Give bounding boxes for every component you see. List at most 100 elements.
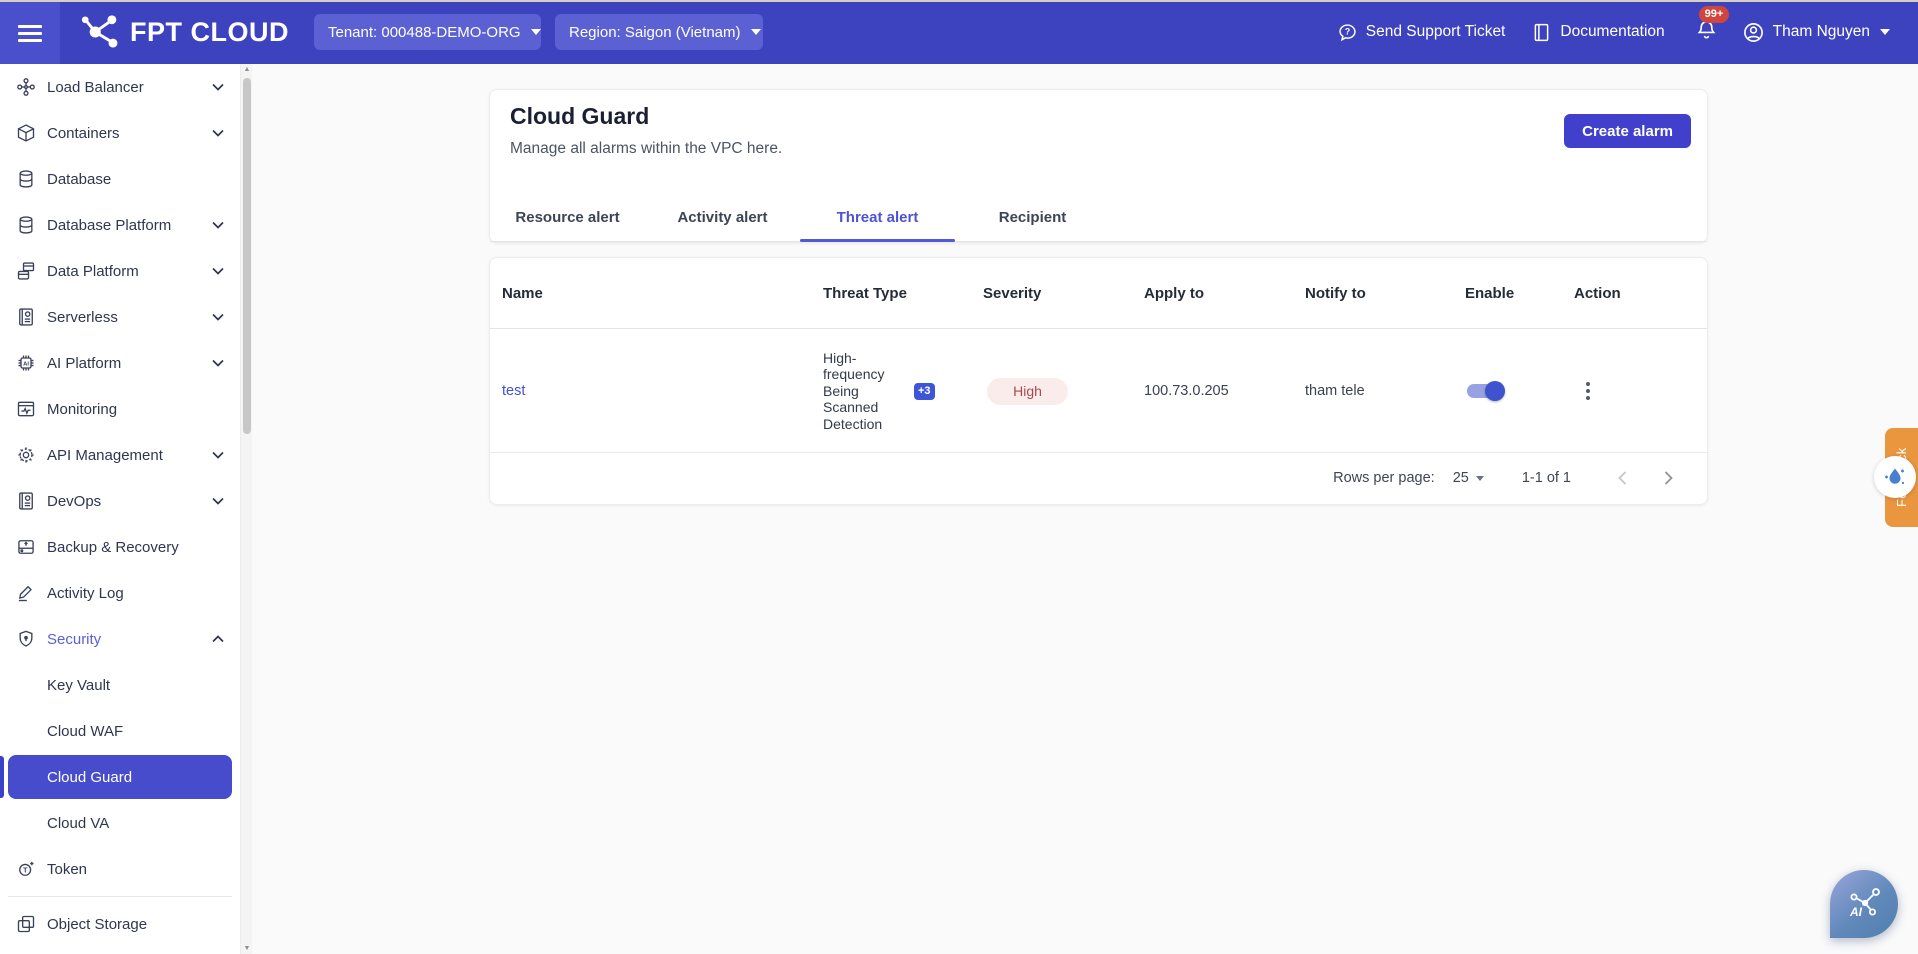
sidebar-item-label: Containers: [47, 125, 212, 142]
region-dropdown[interactable]: Region: Saigon (Vietnam): [555, 14, 763, 50]
chevron-down-icon: [212, 497, 224, 505]
sidebar-item-monitoring[interactable]: Monitoring: [0, 386, 240, 432]
sidebar-item-security[interactable]: Security: [0, 616, 240, 662]
sidebar-item-database-platform[interactable]: Database Platform: [0, 202, 240, 248]
user-menu[interactable]: Tham Nguyen: [1742, 21, 1890, 44]
tab-activity-alert[interactable]: Activity alert: [645, 194, 800, 241]
alarm-name-link[interactable]: test: [502, 383, 525, 399]
tab-threat-alert[interactable]: Threat alert: [800, 194, 955, 241]
region-label: Region: Saigon (Vietnam): [569, 24, 741, 41]
sidebar-item-devops[interactable]: DevOps: [0, 478, 240, 524]
chevron-down-icon: [531, 29, 541, 35]
threat-type-text: High-frequency Being Scanned Detection: [823, 350, 895, 433]
ai-platform-icon: AI: [16, 353, 36, 373]
scrollbar-thumb[interactable]: [243, 78, 251, 434]
ai-molecule-icon: AI: [1843, 883, 1885, 925]
page-title: Cloud Guard: [510, 103, 649, 130]
sidebar-item-label: Security: [47, 631, 212, 648]
database-icon: [16, 169, 36, 189]
scrollbar-up-arrow[interactable]: ▲: [241, 66, 253, 73]
sidebar-item-database[interactable]: Database: [0, 156, 240, 202]
api-management-icon: [16, 445, 36, 465]
ai-label: AI: [1849, 905, 1863, 919]
rows-per-page-label: Rows per page:: [1333, 470, 1435, 486]
molecule-logo-icon: [80, 12, 126, 52]
chevron-down-icon: [212, 221, 224, 229]
notify-to-cell: tham tele: [1305, 329, 1365, 453]
sidebar-item-label: Cloud WAF: [47, 723, 224, 740]
column-header-apply-to: Apply to: [1144, 258, 1204, 329]
sidebar-item-data-platform[interactable]: Data Platform: [0, 248, 240, 294]
row-actions-menu-button[interactable]: [1580, 376, 1596, 406]
hamburger-menu-button[interactable]: [0, 2, 60, 64]
documentation-button[interactable]: Documentation: [1531, 22, 1664, 43]
column-header-threat-type: Threat Type: [823, 258, 907, 329]
documentation-label: Documentation: [1560, 23, 1664, 41]
main-content: Cloud Guard Manage all alarms within the…: [253, 64, 1918, 954]
sidebar-item-ai-platform[interactable]: AI AI Platform: [0, 340, 240, 386]
water-drop-icon: [1882, 464, 1908, 490]
sidebar-item-api-management[interactable]: API Management: [0, 432, 240, 478]
notification-count-badge: 99+: [1699, 6, 1730, 23]
create-alarm-button[interactable]: Create alarm: [1564, 114, 1691, 148]
database-platform-icon: [16, 215, 36, 235]
next-page-button[interactable]: [1655, 465, 1681, 491]
tab-recipient[interactable]: Recipient: [955, 194, 1110, 241]
sidebar-item-cloud-guard[interactable]: Cloud Guard: [8, 755, 232, 799]
severity-badge: High: [987, 378, 1068, 405]
sidebar-item-activity-log[interactable]: Activity Log: [0, 570, 240, 616]
sidebar-item-load-balancer[interactable]: Load Balancer: [0, 64, 240, 110]
previous-page-button[interactable]: [1609, 465, 1635, 491]
tenant-dropdown[interactable]: Tenant: 000488-DEMO-ORG: [314, 14, 541, 50]
pagination-range: 1-1 of 1: [1522, 470, 1571, 486]
sidebar-item-containers[interactable]: Containers: [0, 110, 240, 156]
window-edge: [0, 0, 1918, 2]
column-header-enable: Enable: [1465, 258, 1514, 329]
threat-type-more-badge[interactable]: +3: [914, 383, 935, 400]
sidebar-item-label: Data Platform: [47, 263, 212, 280]
chevron-down-icon: [212, 451, 224, 459]
alert-tabs: Resource alert Activity alert Threat ale…: [490, 194, 1707, 242]
column-header-notify-to: Notify to: [1305, 258, 1366, 329]
sidebar-item-key-vault[interactable]: Key Vault: [0, 662, 240, 708]
sidebar-item-label: API Management: [47, 447, 212, 464]
action-cell: [1580, 329, 1596, 453]
apply-to-value: 100.73.0.205: [1144, 383, 1229, 399]
notifications-button[interactable]: 99+: [1695, 18, 1718, 46]
table-row: test High-frequency Being Scanned Detect…: [490, 329, 1707, 453]
activity-log-icon: [16, 583, 36, 603]
sidebar-item-serverless[interactable]: Serverless: [0, 294, 240, 340]
sidebar-item-label: Load Balancer: [47, 79, 212, 96]
table-pagination: Rows per page: 25 1-1 of 1: [490, 452, 1707, 504]
sidebar-item-label: Key Vault: [47, 677, 224, 694]
feedback-bubble[interactable]: [1874, 456, 1916, 498]
brand-logo[interactable]: FPT CLOUD: [80, 12, 289, 52]
rows-per-page-select[interactable]: 25: [1453, 470, 1484, 486]
security-shield-icon: [16, 629, 36, 649]
containers-icon: [16, 123, 36, 143]
ai-assistant-button[interactable]: AI: [1830, 870, 1898, 938]
monitoring-icon: [16, 399, 36, 419]
sidebar-item-label: Database: [47, 171, 224, 188]
scrollbar-down-arrow[interactable]: ▼: [241, 945, 253, 952]
chevron-down-icon: [212, 359, 224, 367]
sidebar-item-cloud-va[interactable]: Cloud VA: [0, 800, 240, 846]
sidebar-item-backup-recovery[interactable]: Backup & Recovery: [0, 524, 240, 570]
sidebar-item-label: Serverless: [47, 309, 212, 326]
sidebar-item-label: Token: [47, 861, 224, 878]
devops-icon: [16, 491, 36, 511]
sidebar-item-label: AI Platform: [47, 355, 212, 372]
enable-toggle[interactable]: [1467, 381, 1503, 401]
tab-resource-alert[interactable]: Resource alert: [490, 194, 645, 241]
chevron-right-icon: [1664, 471, 1673, 485]
send-support-ticket-button[interactable]: ? Send Support Ticket: [1337, 22, 1506, 43]
hamburger-icon: [18, 21, 42, 46]
chevron-up-icon: [212, 635, 224, 643]
sidebar-nav: Load Balancer Containers Database Databa…: [0, 64, 240, 954]
sidebar-item-label: Backup & Recovery: [47, 539, 224, 556]
sidebar-scrollbar[interactable]: ▲ ▼: [240, 64, 252, 954]
sidebar-item-token[interactable]: T Token: [0, 846, 240, 892]
sidebar-item-label: Object Storage: [47, 916, 224, 933]
sidebar-item-cloud-waf[interactable]: Cloud WAF: [0, 708, 240, 754]
sidebar-item-object-storage[interactable]: Object Storage: [0, 901, 240, 947]
